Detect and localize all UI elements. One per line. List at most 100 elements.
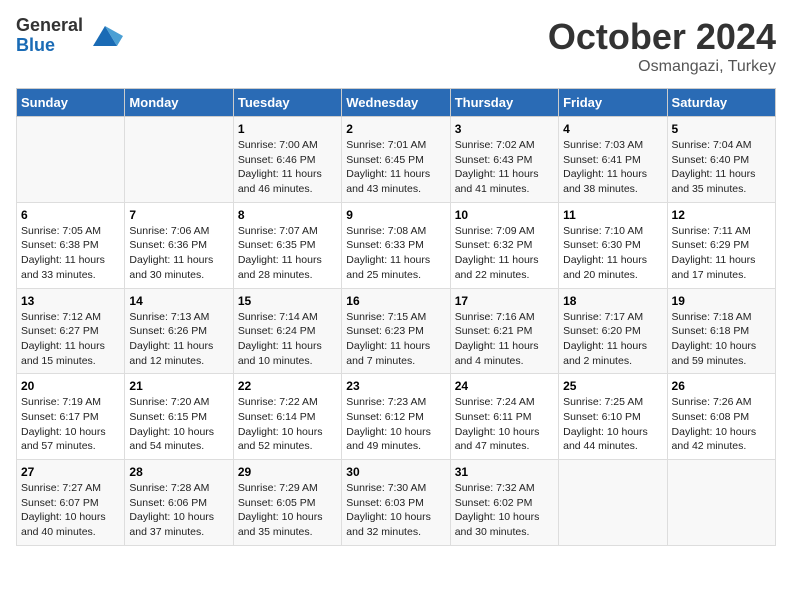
day-number: 5 <box>672 122 771 136</box>
calendar-cell: 20 Sunrise: 7:19 AMSunset: 6:17 PMDayligh… <box>17 374 125 460</box>
calendar-cell: 28 Sunrise: 7:28 AMSunset: 6:06 PMDayligh… <box>125 460 233 546</box>
day-header-friday: Friday <box>559 89 667 117</box>
day-number: 2 <box>346 122 445 136</box>
calendar-cell: 26 Sunrise: 7:26 AMSunset: 6:08 PMDayligh… <box>667 374 775 460</box>
day-number: 31 <box>455 465 554 479</box>
location: Osmangazi, Turkey <box>548 58 776 76</box>
calendar-cell: 27 Sunrise: 7:27 AMSunset: 6:07 PMDayligh… <box>17 460 125 546</box>
calendar-cell: 6 Sunrise: 7:05 AMSunset: 6:38 PMDaylight… <box>17 202 125 288</box>
day-info: Sunrise: 7:12 AMSunset: 6:27 PMDaylight:… <box>21 310 120 369</box>
day-number: 30 <box>346 465 445 479</box>
day-header-monday: Monday <box>125 89 233 117</box>
day-number: 9 <box>346 208 445 222</box>
day-info: Sunrise: 7:03 AMSunset: 6:41 PMDaylight:… <box>563 138 662 197</box>
calendar-cell: 1 Sunrise: 7:00 AMSunset: 6:46 PMDaylight… <box>233 117 341 203</box>
day-info: Sunrise: 7:24 AMSunset: 6:11 PMDaylight:… <box>455 395 554 454</box>
day-info: Sunrise: 7:06 AMSunset: 6:36 PMDaylight:… <box>129 224 228 283</box>
day-number: 27 <box>21 465 120 479</box>
calendar-cell: 29Sunrise: 7:29 AMSunset: 6:05 PMDayligh… <box>233 460 341 546</box>
calendar-week-4: 20 Sunrise: 7:19 AMSunset: 6:17 PMDayligh… <box>17 374 776 460</box>
calendar-week-1: 1 Sunrise: 7:00 AMSunset: 6:46 PMDaylight… <box>17 117 776 203</box>
logo-text: General Blue <box>16 16 83 56</box>
calendar-cell: 22 Sunrise: 7:22 AMSunset: 6:14 PMDayligh… <box>233 374 341 460</box>
calendar-cell: 19 Sunrise: 7:18 AMSunset: 6:18 PMDayligh… <box>667 288 775 374</box>
day-header-saturday: Saturday <box>667 89 775 117</box>
day-info: Sunrise: 7:27 AMSunset: 6:07 PMDaylight:… <box>21 481 120 540</box>
day-number: 28 <box>129 465 228 479</box>
day-number: 20 <box>21 379 120 393</box>
month-title: October 2024 <box>548 16 776 58</box>
day-info: Sunrise: 7:05 AMSunset: 6:38 PMDaylight:… <box>21 224 120 283</box>
day-number: 1 <box>238 122 337 136</box>
calendar-cell: 15 Sunrise: 7:14 AMSunset: 6:24 PMDayligh… <box>233 288 341 374</box>
day-number: 11 <box>563 208 662 222</box>
day-number: 22 <box>238 379 337 393</box>
day-number: 29 <box>238 465 337 479</box>
day-info: Sunrise: 7:32 AMSunset: 6:02 PMDaylight:… <box>455 481 554 540</box>
title-block: October 2024 Osmangazi, Turkey <box>548 16 776 76</box>
day-info: Sunrise: 7:22 AMSunset: 6:14 PMDaylight:… <box>238 395 337 454</box>
calendar-cell: 14Sunrise: 7:13 AMSunset: 6:26 PMDayligh… <box>125 288 233 374</box>
calendar-cell <box>17 117 125 203</box>
calendar-cell: 18 Sunrise: 7:17 AMSunset: 6:20 PMDayligh… <box>559 288 667 374</box>
day-number: 19 <box>672 294 771 308</box>
calendar-cell: 11 Sunrise: 7:10 AMSunset: 6:30 PMDayligh… <box>559 202 667 288</box>
calendar-cell <box>125 117 233 203</box>
page-header: General Blue October 2024 Osmangazi, Tur… <box>16 16 776 76</box>
calendar-week-5: 27 Sunrise: 7:27 AMSunset: 6:07 PMDayligh… <box>17 460 776 546</box>
calendar-cell: 7 Sunrise: 7:06 AMSunset: 6:36 PMDaylight… <box>125 202 233 288</box>
day-info: Sunrise: 7:17 AMSunset: 6:20 PMDaylight:… <box>563 310 662 369</box>
day-number: 18 <box>563 294 662 308</box>
day-info: Sunrise: 7:01 AMSunset: 6:45 PMDaylight:… <box>346 138 445 197</box>
calendar-cell <box>667 460 775 546</box>
logo: General Blue <box>16 16 123 56</box>
day-number: 8 <box>238 208 337 222</box>
calendar-cell: 8 Sunrise: 7:07 AMSunset: 6:35 PMDaylight… <box>233 202 341 288</box>
day-info: Sunrise: 7:26 AMSunset: 6:08 PMDaylight:… <box>672 395 771 454</box>
day-info: Sunrise: 7:10 AMSunset: 6:30 PMDaylight:… <box>563 224 662 283</box>
calendar-cell: 9 Sunrise: 7:08 AMSunset: 6:33 PMDaylight… <box>342 202 450 288</box>
calendar-cell: 24 Sunrise: 7:24 AMSunset: 6:11 PMDayligh… <box>450 374 558 460</box>
calendar-cell <box>559 460 667 546</box>
day-info: Sunrise: 7:09 AMSunset: 6:32 PMDaylight:… <box>455 224 554 283</box>
day-header-sunday: Sunday <box>17 89 125 117</box>
day-info: Sunrise: 7:14 AMSunset: 6:24 PMDaylight:… <box>238 310 337 369</box>
day-info: Sunrise: 7:25 AMSunset: 6:10 PMDaylight:… <box>563 395 662 454</box>
day-info: Sunrise: 7:08 AMSunset: 6:33 PMDaylight:… <box>346 224 445 283</box>
days-header-row: SundayMondayTuesdayWednesdayThursdayFrid… <box>17 89 776 117</box>
day-info: Sunrise: 7:00 AMSunset: 6:46 PMDaylight:… <box>238 138 337 197</box>
logo-general: General <box>16 16 83 36</box>
calendar-cell: 10Sunrise: 7:09 AMSunset: 6:32 PMDayligh… <box>450 202 558 288</box>
calendar-cell: 3Sunrise: 7:02 AMSunset: 6:43 PMDaylight… <box>450 117 558 203</box>
calendar-week-3: 13Sunrise: 7:12 AMSunset: 6:27 PMDayligh… <box>17 288 776 374</box>
calendar-cell: 23Sunrise: 7:23 AMSunset: 6:12 PMDayligh… <box>342 374 450 460</box>
calendar-cell: 16Sunrise: 7:15 AMSunset: 6:23 PMDayligh… <box>342 288 450 374</box>
day-header-thursday: Thursday <box>450 89 558 117</box>
day-header-wednesday: Wednesday <box>342 89 450 117</box>
calendar-cell: 30 Sunrise: 7:30 AMSunset: 6:03 PMDayligh… <box>342 460 450 546</box>
day-number: 26 <box>672 379 771 393</box>
day-number: 7 <box>129 208 228 222</box>
calendar-cell: 12Sunrise: 7:11 AMSunset: 6:29 PMDayligh… <box>667 202 775 288</box>
day-info: Sunrise: 7:23 AMSunset: 6:12 PMDaylight:… <box>346 395 445 454</box>
day-info: Sunrise: 7:19 AMSunset: 6:17 PMDaylight:… <box>21 395 120 454</box>
day-number: 4 <box>563 122 662 136</box>
day-info: Sunrise: 7:20 AMSunset: 6:15 PMDaylight:… <box>129 395 228 454</box>
day-info: Sunrise: 7:18 AMSunset: 6:18 PMDaylight:… <box>672 310 771 369</box>
day-number: 12 <box>672 208 771 222</box>
day-number: 6 <box>21 208 120 222</box>
calendar-cell: 5 Sunrise: 7:04 AMSunset: 6:40 PMDaylight… <box>667 117 775 203</box>
calendar-table: SundayMondayTuesdayWednesdayThursdayFrid… <box>16 88 776 546</box>
logo-icon <box>87 18 123 54</box>
day-number: 25 <box>563 379 662 393</box>
day-info: Sunrise: 7:07 AMSunset: 6:35 PMDaylight:… <box>238 224 337 283</box>
day-info: Sunrise: 7:16 AMSunset: 6:21 PMDaylight:… <box>455 310 554 369</box>
day-number: 15 <box>238 294 337 308</box>
day-info: Sunrise: 7:04 AMSunset: 6:40 PMDaylight:… <box>672 138 771 197</box>
day-number: 24 <box>455 379 554 393</box>
day-number: 17 <box>455 294 554 308</box>
day-info: Sunrise: 7:28 AMSunset: 6:06 PMDaylight:… <box>129 481 228 540</box>
day-info: Sunrise: 7:30 AMSunset: 6:03 PMDaylight:… <box>346 481 445 540</box>
calendar-cell: 13Sunrise: 7:12 AMSunset: 6:27 PMDayligh… <box>17 288 125 374</box>
calendar-week-2: 6 Sunrise: 7:05 AMSunset: 6:38 PMDaylight… <box>17 202 776 288</box>
